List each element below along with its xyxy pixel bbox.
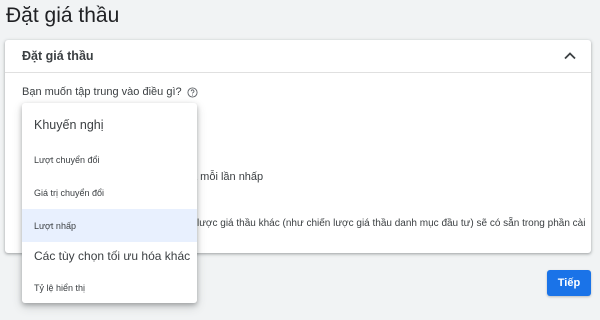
dropdown-group-recommended: Khuyến nghị	[34, 118, 104, 132]
option-impression-share[interactable]: Tỷ lệ hiển thị	[22, 270, 197, 306]
card-header[interactable]: Đặt giá thầu	[5, 40, 591, 73]
card-title: Đặt giá thầu	[22, 49, 94, 63]
bid-option-text: a mỗi lần nhấp	[191, 171, 264, 183]
next-button[interactable]: Tiếp	[547, 270, 591, 296]
option-conversions[interactable]: Lượt chuyển đổi	[22, 143, 197, 176]
option-clicks[interactable]: Lượt nhấp	[22, 209, 197, 242]
focus-dropdown-menu: Khuyến nghị Lượt chuyển đổi Giá trị chuy…	[22, 103, 197, 303]
focus-question: Bạn muốn tập trung vào điều gì?	[22, 86, 198, 98]
dropdown-group-other: Các tùy chọn tối ưu hóa khác	[34, 249, 191, 263]
focus-question-label: Bạn muốn tập trung vào điều gì?	[22, 86, 182, 98]
option-conversion-value[interactable]: Giá trị chuyển đổi	[22, 176, 197, 209]
other-strategies-note: lược giá thầu khác (như chiến lược giá t…	[197, 218, 586, 229]
help-icon[interactable]	[187, 86, 198, 98]
page-title: Đặt giá thầu	[6, 4, 120, 27]
chevron-up-icon[interactable]	[563, 49, 577, 63]
